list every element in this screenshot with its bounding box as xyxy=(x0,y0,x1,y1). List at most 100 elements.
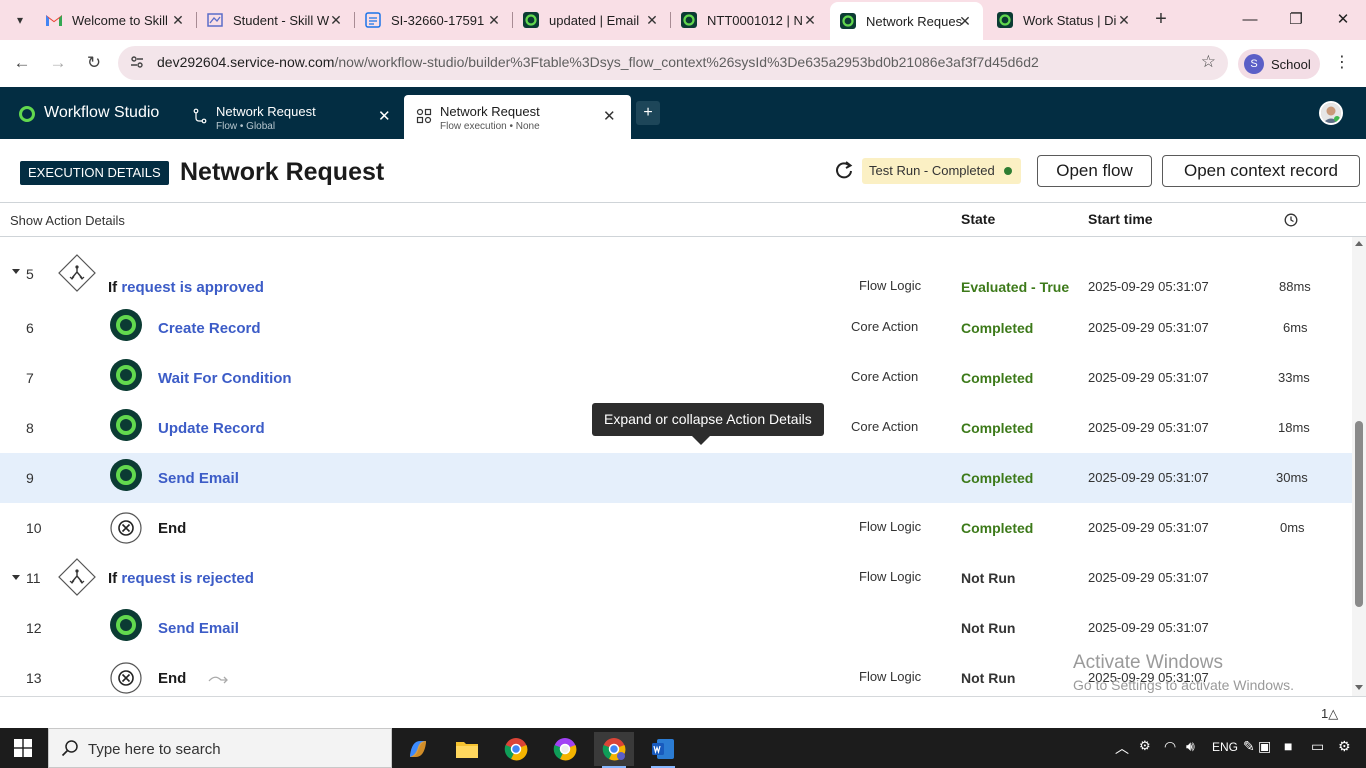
profile-avatar: S xyxy=(1244,54,1264,74)
table-row[interactable]: 10 End Flow Logic Completed 2025-09-29 0… xyxy=(0,503,1352,553)
step-state: Not Run xyxy=(961,620,1016,636)
browser-tab-label: Welcome to Skill xyxy=(72,12,168,28)
vertical-scrollbar[interactable] xyxy=(1352,237,1366,696)
step-title-link[interactable]: Send Email xyxy=(158,470,239,487)
wifi-icon[interactable]: ◠ xyxy=(1164,738,1176,755)
chrome-app-icon[interactable] xyxy=(496,732,536,766)
bookmark-star-icon[interactable]: ☆ xyxy=(1201,52,1216,72)
add-tab-button[interactable]: + xyxy=(636,101,660,125)
status-dot-icon xyxy=(1003,167,1012,175)
studio-tab-execution[interactable]: Network Request Flow execution • None ✕ xyxy=(404,95,631,139)
core-action-icon xyxy=(110,409,142,441)
notification-count[interactable]: 1△ xyxy=(1321,706,1338,722)
tab-search-icon[interactable]: ▾ xyxy=(10,10,30,30)
table-row[interactable]: 11 If request is rejected Flow Logic Not… xyxy=(0,553,1352,603)
video-icon[interactable]: ■ xyxy=(1284,738,1292,754)
if-logic-icon xyxy=(58,558,96,596)
browser-tab-5[interactable]: NTT0001012 | N ✕ xyxy=(671,6,828,34)
open-context-record-button[interactable]: Open context record xyxy=(1162,155,1360,187)
browser-tab-6-active[interactable]: Network Reques ✕ xyxy=(830,2,983,40)
step-start-time: 2025-09-29 05:31:07 xyxy=(1088,670,1209,685)
user-avatar[interactable] xyxy=(1319,101,1343,125)
close-tab-icon[interactable]: ✕ xyxy=(802,12,818,28)
close-tab-icon[interactable]: ✕ xyxy=(328,12,344,28)
url-text: dev292604.service-now.com/now/workflow-s… xyxy=(157,54,1039,70)
step-title-link[interactable]: Wait For Condition xyxy=(158,370,292,387)
step-title-link[interactable]: Send Email xyxy=(158,620,239,637)
new-tab-icon[interactable]: + xyxy=(1150,9,1172,31)
browser-tab-4[interactable]: updated | Email ✕ xyxy=(513,6,670,34)
close-tab-icon[interactable]: ✕ xyxy=(644,12,660,28)
close-window-icon[interactable]: ✕ xyxy=(1331,8,1355,32)
refresh-icon[interactable] xyxy=(834,160,854,180)
url-path: /now/workflow-studio/builder%3Ftable%3Ds… xyxy=(334,54,1039,70)
show-action-details-toggle[interactable]: Show Action Details xyxy=(10,213,125,228)
close-tab-icon[interactable]: ✕ xyxy=(603,107,616,125)
pen-icon[interactable]: ✎ xyxy=(1243,738,1255,755)
condition-link[interactable]: request is rejected xyxy=(121,570,254,587)
scroll-up-icon[interactable] xyxy=(1355,241,1363,246)
step-state: Completed xyxy=(961,320,1034,336)
minimize-icon[interactable]: — xyxy=(1238,8,1262,32)
servicenow-icon xyxy=(840,13,856,29)
browser-tab-1[interactable]: Welcome to Skill ✕ xyxy=(36,6,196,34)
scrollbar-thumb[interactable] xyxy=(1355,421,1363,607)
studio-tab-flow[interactable]: Network Request Flow • Global ✕ xyxy=(180,95,402,139)
taskbar-search-box[interactable]: Type here to search xyxy=(48,728,392,768)
browser-tab-bar: ▾ Welcome to Skill ✕ Student - Skill W ✕… xyxy=(0,0,1366,40)
collapse-caret-icon[interactable] xyxy=(12,269,20,274)
file-explorer-icon[interactable] xyxy=(447,732,487,766)
forward-arrow-icon[interactable]: → xyxy=(46,51,70,75)
browser-toolbar: ← → ↻ dev292604.service-now.com/now/work… xyxy=(0,40,1366,87)
profile-button[interactable]: S School xyxy=(1238,49,1320,79)
step-title[interactable]: If request is approved xyxy=(108,279,264,296)
step-type: Flow Logic xyxy=(859,669,922,684)
step-start-time: 2025-09-29 05:31:07 xyxy=(1088,370,1209,385)
open-flow-button[interactable]: Open flow xyxy=(1037,155,1152,187)
windows-start-icon[interactable] xyxy=(14,739,32,757)
chrome-profile-app-icon[interactable] xyxy=(545,732,585,766)
network-status-icon[interactable]: ⚙ xyxy=(1139,738,1151,754)
scroll-down-icon[interactable] xyxy=(1355,685,1363,690)
back-arrow-icon[interactable]: ← xyxy=(10,51,34,75)
step-title-link[interactable]: Create Record xyxy=(158,320,261,337)
reload-icon[interactable]: ↻ xyxy=(82,51,106,75)
collapse-caret-icon[interactable] xyxy=(12,575,20,580)
camera-icon[interactable]: ▣ xyxy=(1258,738,1271,755)
step-title-link[interactable]: Update Record xyxy=(158,420,265,437)
restore-icon[interactable]: ❐ xyxy=(1284,8,1308,32)
browser-tab-7[interactable]: Work Status | Di ✕ xyxy=(987,6,1142,34)
table-row[interactable]: 6 Create Record Core Action Completed 20… xyxy=(0,303,1352,353)
browser-tab-label: updated | Email xyxy=(549,12,640,28)
browser-tab-label: Network Reques xyxy=(866,13,963,29)
chrome-menu-icon[interactable]: ⋮ xyxy=(1334,52,1350,72)
settings-gear-icon[interactable]: ⚙ xyxy=(1338,738,1351,755)
show-hidden-icons-chevron[interactable]: ︿ xyxy=(1115,738,1129,758)
word-app-icon[interactable] xyxy=(643,732,683,768)
copilot-app-icon[interactable] xyxy=(398,732,438,766)
browser-tab-2[interactable]: Student - Skill W ✕ xyxy=(197,6,354,34)
step-state: Not Run xyxy=(961,570,1016,586)
table-row-highlighted[interactable]: 9 Send Email Completed 2025-09-29 05:31:… xyxy=(0,453,1352,503)
table-row[interactable]: 13 End Flow Logic Not Run 2025-09-29 05:… xyxy=(0,653,1352,696)
close-tab-icon[interactable]: ✕ xyxy=(1116,12,1132,28)
table-row[interactable]: 12 Send Email Not Run 2025-09-29 05:31:0… xyxy=(0,603,1352,653)
condition-link[interactable]: request is approved xyxy=(121,279,264,296)
address-bar[interactable]: dev292604.service-now.com/now/workflow-s… xyxy=(118,46,1228,80)
language-indicator[interactable]: ENG xyxy=(1212,740,1238,754)
close-tab-icon[interactable]: ✕ xyxy=(378,107,391,125)
close-tab-icon[interactable]: ✕ xyxy=(170,12,186,28)
column-header-start-time: Start time xyxy=(1088,211,1153,227)
step-title[interactable]: If request is rejected xyxy=(108,570,254,587)
table-row[interactable]: 5 If request is approved Flow Logic Eval… xyxy=(0,249,1352,299)
close-tab-icon[interactable]: ✕ xyxy=(486,12,502,28)
step-number: 8 xyxy=(26,420,34,436)
chrome-school-app-icon[interactable] xyxy=(594,732,634,768)
screen-icon[interactable]: ▭ xyxy=(1311,738,1324,755)
step-duration: 88ms xyxy=(1279,279,1311,294)
table-row[interactable]: 7 Wait For Condition Core Action Complet… xyxy=(0,353,1352,403)
close-tab-icon[interactable]: ✕ xyxy=(957,13,973,29)
site-settings-icon[interactable] xyxy=(128,54,146,72)
browser-tab-3[interactable]: SI-32660-17591 ✕ xyxy=(355,6,512,34)
volume-icon[interactable]: 🔊︎ xyxy=(1186,738,1195,755)
